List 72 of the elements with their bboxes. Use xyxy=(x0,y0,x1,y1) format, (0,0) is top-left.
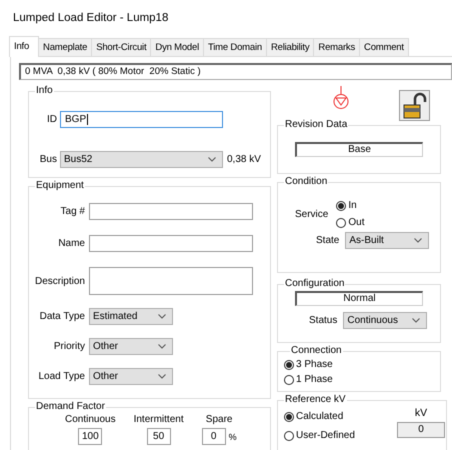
unit-label: % xyxy=(228,432,237,442)
tab[interactable]: Comment xyxy=(359,38,409,56)
number-field[interactable]: 0 xyxy=(202,428,226,445)
field-label: Service xyxy=(295,208,328,220)
radio-button[interactable]: In xyxy=(336,197,357,214)
radio-circle[interactable] xyxy=(284,412,294,422)
caret-icon xyxy=(414,238,422,243)
tab[interactable]: Reliability xyxy=(266,38,314,56)
number-field[interactable]: 100 xyxy=(78,428,102,445)
group-title: Configuration xyxy=(284,279,346,289)
tab[interactable]: Dyn Model xyxy=(150,38,204,56)
ground-symbol-icon xyxy=(333,86,349,110)
column-label: Intermittent xyxy=(134,414,184,425)
tab[interactable]: Remarks xyxy=(313,38,360,56)
tab[interactable]: Nameplate xyxy=(38,38,92,56)
id-field[interactable]: BGP xyxy=(60,111,223,128)
state-dropdown[interactable]: As-Built xyxy=(345,232,430,249)
padlock-icon xyxy=(402,92,426,120)
radio-circle[interactable] xyxy=(336,218,346,228)
window-title: Lumped Load Editor - Lump18 xyxy=(12,11,170,24)
field-label: Data Type xyxy=(38,311,85,322)
dropdown[interactable]: Other xyxy=(89,338,173,355)
unit-label: kV xyxy=(414,407,428,419)
radio-button[interactable]: User-Defined xyxy=(284,426,355,445)
caret-icon xyxy=(158,344,166,349)
number-field[interactable]: 50 xyxy=(146,428,171,445)
status-dropdown[interactable]: Continuous xyxy=(343,312,428,329)
column-label: Spare xyxy=(206,414,232,425)
tab[interactable]: Short-Circuit xyxy=(91,38,152,56)
column-label: Continuous xyxy=(65,414,116,425)
text-field[interactable] xyxy=(89,203,253,220)
tab[interactable]: Time Domain xyxy=(203,38,267,56)
field-label: Bus xyxy=(38,154,57,165)
group-title: Info xyxy=(35,86,54,96)
field-label: Tag # xyxy=(60,206,85,217)
dropdown[interactable]: Estimated xyxy=(89,308,173,325)
field-label: Description xyxy=(34,276,85,286)
caret-icon xyxy=(158,374,166,379)
group-title: Connection xyxy=(290,346,343,356)
group-title: Condition xyxy=(284,177,328,187)
radio-circle[interactable] xyxy=(336,200,346,210)
radio-button[interactable]: Calculated xyxy=(284,407,344,426)
text-area[interactable] xyxy=(89,267,253,295)
revision-field: Base xyxy=(295,142,423,157)
lock-button[interactable] xyxy=(399,90,430,121)
group-title: Revision Data xyxy=(284,120,348,130)
voltage-label: 0,38 kV xyxy=(227,154,261,165)
tab[interactable]: Info xyxy=(9,36,40,57)
dropdown[interactable]: Other xyxy=(89,368,173,385)
field-label: Status xyxy=(309,315,338,326)
radio-circle[interactable] xyxy=(284,360,294,370)
field-label: Priority xyxy=(52,341,85,352)
field-label: Load Type xyxy=(37,371,85,382)
radio-button[interactable]: Out xyxy=(336,214,364,231)
radio-button[interactable]: 1 Phase xyxy=(284,372,333,387)
radio-circle[interactable] xyxy=(284,430,294,440)
field-label: ID xyxy=(46,114,57,125)
group-title: Equipment xyxy=(35,181,85,191)
caret-icon xyxy=(412,318,420,323)
radio-circle[interactable] xyxy=(284,374,294,384)
voltage-field: 0 xyxy=(397,422,445,438)
summary-field: 0 MVA 0,38 kV ( 80% Motor 20% Static ) xyxy=(19,63,452,80)
group-title: Reference kV xyxy=(284,395,347,405)
configuration-field: Normal xyxy=(295,291,423,306)
field-label: State xyxy=(316,235,340,246)
field-label: Name xyxy=(57,238,85,249)
bus-dropdown[interactable]: Bus52 xyxy=(60,151,223,168)
radio-button[interactable]: 3 Phase xyxy=(284,357,333,372)
caret-icon xyxy=(208,157,216,162)
caret-icon xyxy=(158,314,166,319)
group-title: Demand Factor xyxy=(35,402,106,412)
text-field[interactable] xyxy=(89,235,253,252)
